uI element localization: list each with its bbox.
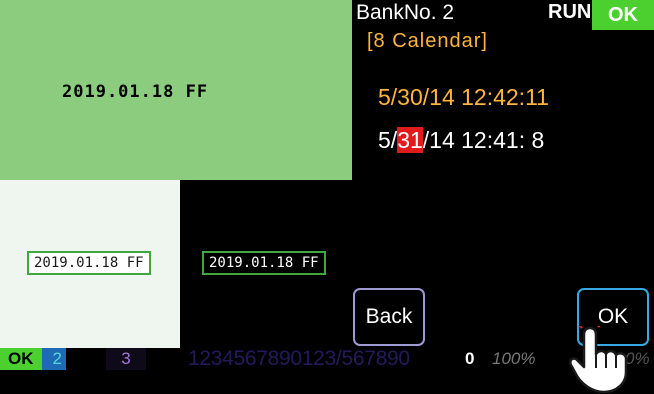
date-field-left: 2019.01.18 FF [27, 251, 151, 275]
status-zero: 0 [465, 349, 475, 368]
run-status-label: RUN [548, 1, 592, 23]
back-button[interactable]: Back [353, 288, 425, 346]
status-percent: 100% [492, 349, 536, 368]
pixel-date-display: 2019.01.18 FF [62, 82, 209, 102]
status-ok: OK [0, 348, 42, 370]
time-edit-suffix: /14 12:41: 8 [422, 127, 545, 153]
hmi-screen: 2019.01.18 FF BankNo. 2 [8 Calendar] RUN… [0, 0, 654, 394]
status-bar: OK 2 3 1234567890123/567890 0 100% 0% [0, 348, 654, 370]
bank-number-label: BankNo. 2 [356, 1, 455, 24]
time-edit-prefix: 5/ [378, 127, 398, 153]
ok-status-badge: OK [592, 0, 654, 30]
status-slot-2: 2 [42, 348, 66, 370]
time-edit-highlighted-field[interactable]: 31 [397, 127, 423, 153]
green-date-panel: 2019.01.18 FF [0, 0, 352, 180]
hand-pointer-icon [569, 326, 628, 394]
calendar-time-edit: 5/31/14 12:41: 8 [378, 127, 544, 154]
status-slot-3: 3 [106, 348, 146, 370]
date-field-right: 2019.01.18 FF [202, 251, 326, 275]
calendar-time-current: 5/30/14 12:42:11 [378, 84, 549, 110]
mode-label: [8 Calendar] [367, 30, 488, 52]
status-digit-string: 1234567890123/567890 [188, 348, 410, 370]
